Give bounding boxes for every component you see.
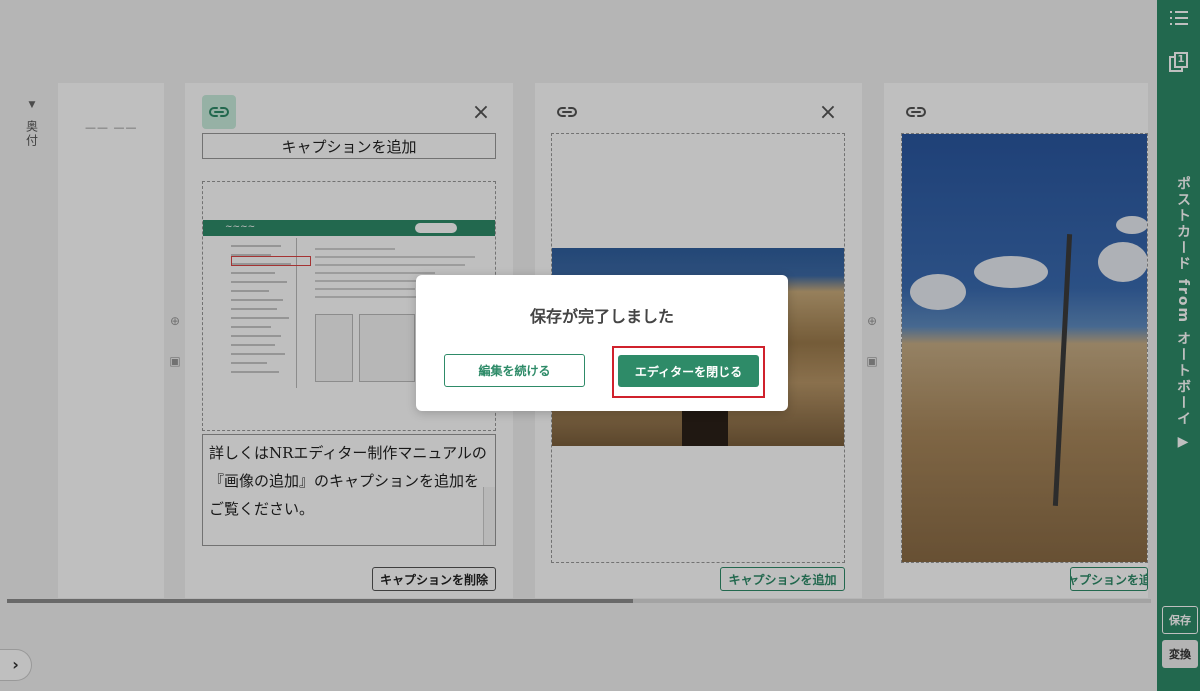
continue-editing-button[interactable]: 編集を続ける xyxy=(444,354,585,387)
save-complete-dialog: 保存が完了しました 編集を続ける エディターを閉じる xyxy=(416,275,788,411)
highlight-box xyxy=(612,346,765,398)
dialog-title: 保存が完了しました xyxy=(529,307,674,326)
